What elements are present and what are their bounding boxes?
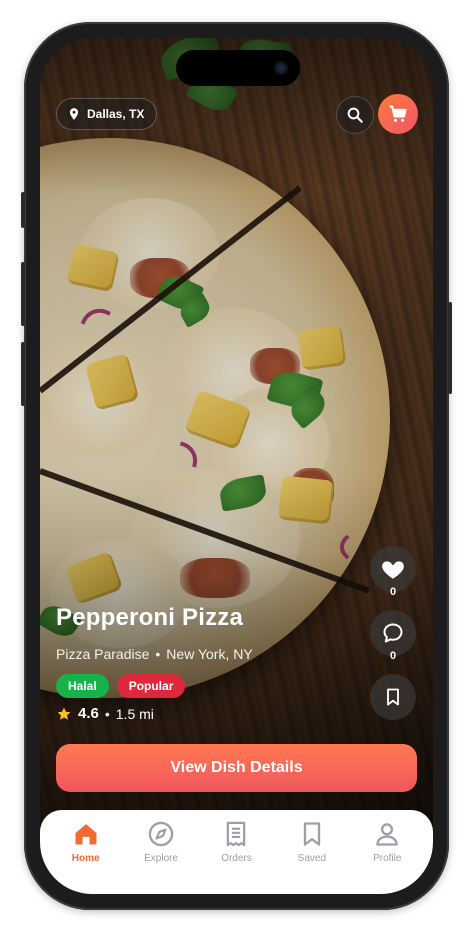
bookmark-icon	[303, 822, 321, 846]
dish-rating: 4.6 • 1.5 mi	[56, 705, 154, 722]
star-icon	[57, 707, 71, 720]
tab-saved-label: Saved	[297, 853, 327, 864]
action-button	[21, 192, 25, 228]
tab-home-label: Home	[71, 853, 100, 864]
rating-value: 4.6	[78, 705, 99, 722]
user-icon	[376, 823, 398, 846]
tab-explore-label: Explore	[144, 853, 179, 864]
comment-count: 0	[389, 650, 397, 662]
dish-meta: Pizza Paradise • New York, NY	[56, 646, 253, 662]
tab-saved[interactable]: Saved	[277, 810, 347, 894]
cart-icon	[389, 105, 407, 122]
comment-action: 0	[369, 610, 417, 662]
save-action	[369, 674, 417, 720]
bookmark-icon	[387, 688, 399, 706]
tab-explore[interactable]: Explore	[126, 810, 196, 894]
power-button	[448, 302, 452, 394]
distance-value: 1.5 mi	[115, 705, 154, 722]
restaurant-city: New York, NY	[166, 646, 253, 662]
like-action: 0	[369, 546, 417, 598]
dish-name: Pepperoni Pizza	[56, 604, 244, 631]
tab-profile-label: Profile	[373, 853, 402, 864]
view-dish-details-button[interactable]: View Dish Details	[56, 744, 417, 792]
volume-up-button	[21, 262, 25, 326]
receipt-icon	[227, 821, 246, 847]
dynamic-island	[176, 50, 300, 86]
home-icon	[75, 824, 97, 845]
rating-separator: •	[104, 705, 110, 722]
location-selector[interactable]: Dallas, TX	[56, 98, 158, 130]
like-count: 0	[389, 586, 397, 598]
bottom-tab-bar: Home Explore Orders Saved Profile	[40, 810, 433, 894]
tab-profile[interactable]: Profile	[352, 810, 422, 894]
meta-separator: •	[155, 646, 161, 662]
tag-halal: Halal	[56, 674, 109, 698]
phone-frame: Dallas, TX 0 0 Pepperoni Pizza Pizza Par…	[21, 22, 452, 910]
compass-icon	[148, 821, 174, 847]
volume-down-button	[21, 342, 25, 406]
tab-orders-label: Orders	[221, 853, 252, 864]
tag-popular: Popular	[116, 674, 186, 698]
front-camera	[274, 61, 288, 75]
dish-tags: Halal Popular	[56, 674, 186, 698]
tab-orders[interactable]: Orders	[201, 810, 271, 894]
tab-home[interactable]: Home	[51, 810, 121, 894]
search-icon	[347, 107, 363, 123]
restaurant-name[interactable]: Pizza Paradise	[56, 646, 149, 662]
cart-button[interactable]	[378, 94, 418, 134]
heart-icon	[382, 561, 404, 579]
save-button[interactable]	[370, 674, 416, 720]
location-label: Dallas, TX	[87, 107, 145, 121]
search-button[interactable]	[336, 96, 374, 134]
comment-icon	[383, 623, 403, 643]
location-pin-icon	[69, 108, 79, 120]
app-screen: Dallas, TX 0 0 Pepperoni Pizza Pizza Par…	[40, 38, 433, 894]
